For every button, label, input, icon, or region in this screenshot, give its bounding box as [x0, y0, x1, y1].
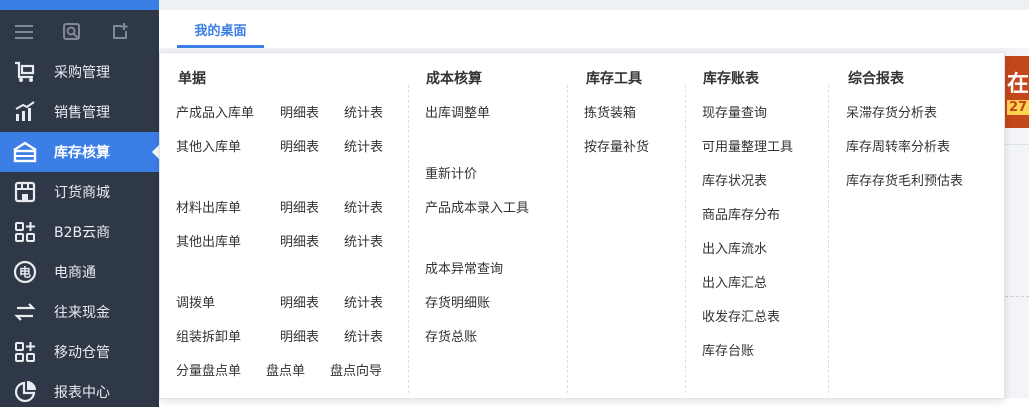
link-summary-table[interactable]: 统计表	[344, 292, 383, 311]
tab-bar: 我的桌面	[159, 0, 1029, 48]
sidebar-item-label: 库存核算	[54, 145, 110, 161]
link-summary-table[interactable]: 统计表	[344, 197, 383, 216]
column-title-composite-reports: 综合报表	[848, 71, 904, 87]
link-stocktake-order[interactable]: 盘点单	[266, 360, 305, 379]
banner-text: 在	[1007, 72, 1029, 97]
background-bottom-area	[159, 398, 1029, 407]
sidebar-item-ecommerce[interactable]: 电 电商通	[0, 252, 159, 292]
link-pick-and-pack[interactable]: 拣货装箱	[584, 102, 636, 121]
column-divider	[408, 85, 409, 393]
hamburger-menu-icon[interactable]	[0, 12, 48, 52]
link-outbound-adjustment[interactable]: 出库调整单	[425, 102, 490, 121]
link-stock-ledger[interactable]: 库存台账	[702, 340, 754, 359]
link-detail-table[interactable]: 明细表	[280, 326, 319, 345]
link-cost-anomaly-query[interactable]: 成本异常查询	[425, 258, 503, 277]
link-stock-status-report[interactable]: 库存状况表	[702, 170, 767, 189]
background-dashed-divider	[1005, 296, 1029, 297]
sidebar-item-reports[interactable]: 报表中心	[0, 372, 159, 407]
pie-chart-icon	[12, 379, 38, 405]
sidebar-item-sales[interactable]: 销售管理	[0, 92, 159, 132]
link-inout-flow[interactable]: 出入库流水	[702, 238, 767, 257]
store-icon	[12, 179, 38, 205]
sidebar-item-label: 报表中心	[54, 385, 110, 401]
banner-number: 27	[1007, 100, 1029, 115]
new-doc-icon[interactable]	[96, 12, 144, 52]
link-available-qty-tool[interactable]: 可用量整理工具	[702, 136, 793, 155]
sidebar-item-inventory[interactable]: 库存核算	[0, 132, 159, 172]
sidebar-item-label: B2B云商	[54, 225, 111, 241]
grid-plus-icon	[12, 219, 38, 245]
tab-my-desktop[interactable]: 我的桌面	[177, 20, 264, 48]
column-title-cost-accounting: 成本核算	[426, 71, 482, 87]
sidebar-item-label: 订货商城	[54, 185, 110, 201]
column-title-documents: 单据	[178, 71, 206, 87]
link-detail-table[interactable]: 明细表	[280, 231, 319, 250]
sidebar-top-accent	[0, 0, 159, 10]
link-summary-table[interactable]: 统计表	[344, 231, 383, 250]
link-summary-table[interactable]: 统计表	[344, 102, 383, 121]
grid-plus-icon	[12, 339, 38, 365]
link-summary-table[interactable]: 统计表	[344, 326, 383, 345]
inventory-icon	[12, 139, 38, 165]
cart-icon	[12, 59, 38, 85]
ecommerce-icon: 电	[12, 259, 38, 285]
link-stock-distribution[interactable]: 商品库存分布	[702, 204, 780, 223]
link-partial-stocktake[interactable]: 分量盘点单	[176, 360, 241, 379]
column-title-inventory-tools: 库存工具	[586, 71, 642, 87]
link-inventory-detail-ledger[interactable]: 存货明细账	[425, 292, 490, 311]
column-divider	[567, 85, 568, 393]
sidebar-item-cash[interactable]: 往来现金	[0, 292, 159, 332]
column-divider	[828, 85, 829, 393]
background-banner: 在 27	[1003, 56, 1029, 128]
sidebar-item-mobile-warehouse[interactable]: 移动仓管	[0, 332, 159, 372]
link-product-cost-entry-tool[interactable]: 产品成本录入工具	[425, 197, 529, 216]
link-transfer-order[interactable]: 调拨单	[176, 292, 215, 311]
link-stocktake-wizard[interactable]: 盘点向导	[330, 360, 382, 379]
sidebar-item-purchase[interactable]: 采购管理	[0, 52, 159, 92]
sidebar: 采购管理 销售管理 库存核算 订货商城 B2B云商 电 电商通 往来现金 移动仓…	[0, 0, 159, 407]
link-slow-moving-analysis[interactable]: 呆滞存货分析表	[846, 102, 937, 121]
sidebar-item-mall[interactable]: 订货商城	[0, 172, 159, 212]
link-gross-margin-estimate[interactable]: 库存存货毛利预估表	[846, 170, 963, 189]
exchange-icon	[12, 299, 38, 325]
bar-chart-icon	[12, 99, 38, 125]
sidebar-item-label: 移动仓管	[54, 345, 110, 361]
sidebar-item-label: 采购管理	[54, 65, 110, 81]
column-title-inventory-reports: 库存账表	[703, 71, 759, 87]
link-material-issue[interactable]: 材料出库单	[176, 197, 241, 216]
link-assembly-order[interactable]: 组装拆卸单	[176, 326, 241, 345]
sidebar-item-label: 销售管理	[54, 105, 110, 121]
inventory-dropdown-panel: 单据 产成品入库单 明细表 统计表 其他入库单 明细表 统计表 材料出库单 明细…	[159, 52, 1005, 399]
svg-text:电: 电	[19, 265, 31, 280]
sidebar-menu: 采购管理 销售管理 库存核算 订货商城 B2B云商 电 电商通 往来现金 移动仓…	[0, 52, 159, 407]
link-other-issue[interactable]: 其他出库单	[176, 231, 241, 250]
search-doc-icon[interactable]	[48, 12, 96, 52]
link-detail-table[interactable]: 明细表	[280, 292, 319, 311]
column-divider	[685, 85, 686, 393]
background-divider	[1005, 144, 1029, 145]
sidebar-item-label: 电商通	[54, 265, 96, 281]
link-turnover-analysis[interactable]: 库存周转率分析表	[846, 136, 950, 155]
link-finished-goods-receipt[interactable]: 产成品入库单	[176, 102, 254, 121]
link-replenish-by-stock[interactable]: 按存量补货	[584, 136, 649, 155]
link-inout-summary[interactable]: 出入库汇总	[702, 272, 767, 291]
link-other-receipt[interactable]: 其他入库单	[176, 136, 241, 155]
link-detail-table[interactable]: 明细表	[280, 102, 319, 121]
link-receive-issue-summary[interactable]: 收发存汇总表	[702, 306, 780, 325]
link-detail-table[interactable]: 明细表	[280, 197, 319, 216]
sidebar-item-label: 往来现金	[54, 305, 110, 321]
link-revaluation[interactable]: 重新计价	[425, 163, 477, 182]
link-current-stock-query[interactable]: 现存量查询	[702, 102, 767, 121]
sidebar-toolbar	[0, 12, 159, 52]
sidebar-item-b2b[interactable]: B2B云商	[0, 212, 159, 252]
link-summary-table[interactable]: 统计表	[344, 136, 383, 155]
link-detail-table[interactable]: 明细表	[280, 136, 319, 155]
link-inventory-general-ledger[interactable]: 存货总账	[425, 326, 477, 345]
